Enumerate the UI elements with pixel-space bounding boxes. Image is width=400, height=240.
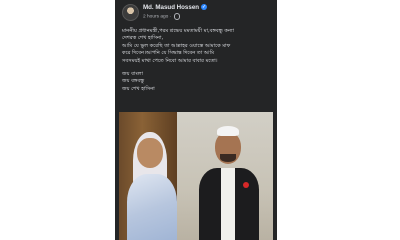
man-beard — [220, 154, 236, 162]
post-line: আমি যে ভুল করেছি তা আল্লাহর ওয়াস্তে আমা… — [122, 42, 231, 49]
post-line: করে দিবেন।আপনি যে সিদ্ধান্ত দিবেন তা আমি — [122, 50, 215, 57]
slogan-line: জয় বঙ্গবন্ধু — [122, 78, 145, 85]
woman-face — [137, 138, 163, 168]
post-photo[interactable] — [119, 112, 273, 240]
man-shirt — [221, 168, 235, 240]
post-line: দেশরত্ন শেখ হাসিনা, — [122, 35, 164, 42]
post-meta: 2 hours ago · — [143, 13, 181, 20]
avatar[interactable] — [122, 4, 139, 21]
lapel-badge — [243, 182, 249, 188]
slogan-line: জয় বাংলা — [122, 71, 143, 78]
author-name-text[interactable]: Md. Masud Hossen — [143, 4, 199, 11]
post-time[interactable]: 2 hours ago — [143, 15, 168, 20]
verified-icon: ✓ — [201, 4, 208, 11]
globe-icon — [173, 13, 181, 20]
facebook-post: Md. Masud Hossen ✓ 2 hours ago · মাননীয় … — [115, 0, 277, 240]
post-line: সবসময়ই মাথা পেতে নিবো আমার বাবার মতো। — [122, 57, 218, 64]
author-name[interactable]: Md. Masud Hossen ✓ — [143, 4, 208, 11]
slogan-line: জয় শেখ হাসিনা — [122, 85, 155, 92]
post-header: Md. Masud Hossen ✓ 2 hours ago · — [122, 4, 272, 24]
man-cap — [217, 126, 239, 136]
post-text: মাননীয় প্রধানমন্ত্রী,পরম শ্রদ্ধেয় মমতা… — [122, 28, 272, 93]
woman-sari — [127, 174, 177, 240]
post-line: মাননীয় প্রধানমন্ত্রী,পরম শ্রদ্ধেয় মমতা… — [122, 28, 234, 34]
